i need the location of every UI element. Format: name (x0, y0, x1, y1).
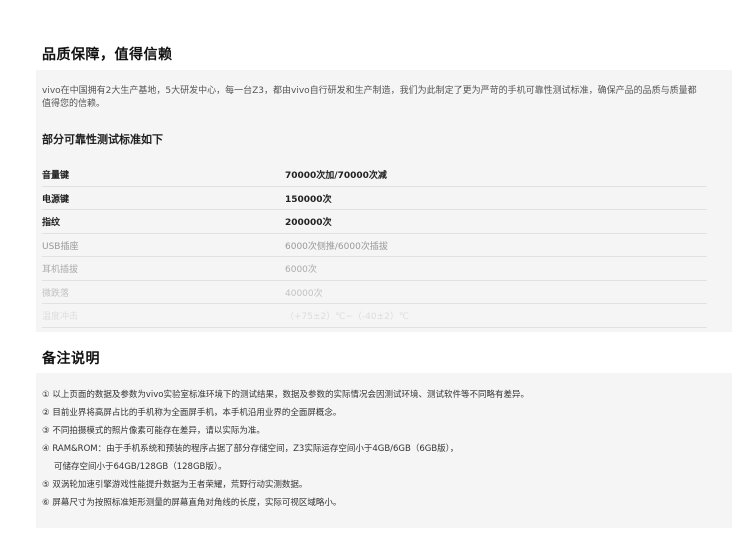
spec-name: 耳机插拔 (42, 265, 79, 275)
note-item: 可储存空间小于64GB/128GB（128GB版）。 (54, 462, 227, 472)
spec-name: 指纹 (42, 218, 61, 228)
note-item: ① 以上页面的数据及参数为vivo实验室标准环境下的测试结果，数据及参数的实际情… (42, 390, 529, 400)
note-item: ④ RAM&ROM：由于手机系统和预装的程序占据了部分存储空间，Z3实际运存空间… (42, 444, 459, 454)
quality-intro: vivo在中国拥有2大生产基地，5大研发中心，每一台Z3，都由vivo自行研发和… (42, 86, 697, 109)
spec-value: 6000次侧推/6000次插拔 (285, 241, 388, 252)
spec-row: 电源键 150000次 (42, 187, 707, 210)
spec-row: 温度冲击 （+75±2）℃~（-40±2）℃ (42, 304, 707, 328)
notes-list: ① 以上页面的数据及参数为vivo实验室标准环境下的测试结果，数据及参数的实际情… (42, 386, 722, 512)
spec-value: 70000次加/70000次减 (285, 171, 387, 181)
spec-value: 6000次 (285, 265, 317, 275)
spec-name: USB插座 (42, 241, 79, 252)
spec-value: 200000次 (285, 218, 332, 228)
notes-title: 备注说明 (42, 351, 100, 367)
spec-value: （+75±2）℃~（-40±2）℃ (285, 312, 409, 322)
spec-row: USB插座 6000次侧推/6000次插拔 (42, 234, 707, 257)
note-item: ③ 不同拍摄模式的照片像素可能存在差异，请以实际为准。 (42, 426, 265, 436)
note-item: ② 目前业界将高屏占比的手机称为全面屏手机，本手机沿用业界的全面屏概念。 (42, 408, 342, 418)
spec-name: 电源键 (42, 194, 70, 205)
spec-row: 耳机插拔 6000次 (42, 257, 707, 281)
spec-row: 微跌落 40000次 (42, 281, 707, 304)
spec-row: 音量键 70000次加/70000次减 (42, 163, 707, 187)
test-standards-subtitle: 部分可靠性测试标准如下 (42, 133, 163, 146)
spec-value: 40000次 (285, 288, 323, 299)
spec-name: 微跌落 (42, 288, 70, 299)
spec-name: 温度冲击 (42, 312, 79, 322)
note-item: ⑥ 屏幕尺寸为按照标准矩形测量的屏幕直角对角线的长度，实际可视区域略小。 (42, 498, 342, 508)
note-item: ⑤ 双涡轮加速引擎游戏性能提升数据为王者荣耀，荒野行动实测数据。 (42, 480, 308, 490)
spec-name: 音量键 (42, 171, 70, 181)
quality-title: 品质保障，值得信赖 (42, 47, 173, 63)
spec-value: 150000次 (285, 194, 332, 205)
spec-table: 音量键 70000次加/70000次减电源键 150000次指纹 200000次 USB… (42, 163, 707, 328)
spec-row: 指纹 200000次 (42, 210, 707, 234)
